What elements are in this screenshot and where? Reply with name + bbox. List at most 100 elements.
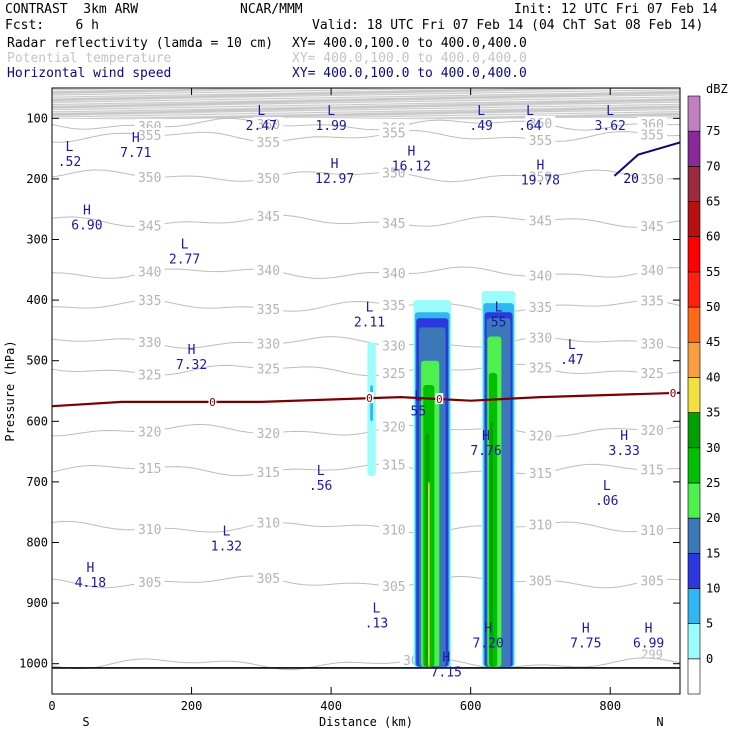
theta-contour-label: 310 — [640, 524, 663, 539]
x-axis-north-label: N — [656, 715, 663, 729]
theta-contour-label: 330 — [138, 336, 161, 351]
freezing-level-label: 0 — [366, 392, 373, 405]
colorbar-level-label: 50 — [706, 300, 720, 314]
hl-value-label: 7.71 — [120, 146, 151, 161]
x-tick-label: 0 — [48, 699, 55, 713]
theta-contour-label: 305 — [257, 572, 280, 587]
theta-contour-label: 330 — [529, 331, 552, 346]
freezing-level-label: 0 — [209, 396, 216, 409]
colorbar-level-label: 65 — [706, 195, 720, 209]
colorbar-swatch — [687, 236, 701, 273]
high-marker: H — [331, 157, 339, 172]
x-tick-label: 800 — [599, 699, 621, 713]
hl-value-label: 6.99 — [633, 637, 664, 652]
high-marker: H — [645, 622, 653, 637]
hl-value-label: .64 — [518, 119, 542, 134]
x-tick-label: 400 — [320, 699, 342, 713]
theta-contour-label: 325 — [138, 368, 161, 383]
theta-contour-label: 335 — [382, 299, 405, 314]
reflectivity-band-40dbz — [428, 481, 430, 667]
x-axis-label: Distance (km) — [319, 715, 413, 729]
colorbar-swatch — [687, 377, 701, 413]
hl-value-label: 55 — [411, 405, 427, 420]
hl-value-label: .49 — [469, 119, 492, 134]
theta-contour-label: 335 — [640, 295, 663, 310]
theta-contour-label: 350 — [138, 171, 161, 186]
theta-contour-label: 335 — [529, 301, 552, 316]
y-tick-label: 700 — [26, 475, 48, 489]
x-tick-label: 200 — [181, 699, 203, 713]
theta-contour-label: 305 — [138, 576, 161, 591]
colorbar-swatch — [687, 306, 701, 343]
theta-contour-label: 310 — [257, 517, 280, 532]
theta-contour-label: 345 — [138, 220, 161, 235]
high-low-labels: L2.47L1.99L.49L.64L3.62L.52H7.71H12.97H1… — [58, 104, 665, 681]
low-marker: L — [181, 237, 189, 252]
freezing-level-label: 0 — [436, 393, 443, 406]
hl-value-label: 6.90 — [71, 218, 102, 233]
high-marker: H — [620, 429, 628, 444]
low-marker: L — [317, 464, 325, 479]
theta-contour-label: 355 — [138, 129, 161, 144]
hl-value-label: .06 — [595, 494, 618, 509]
theta-contour-label: 340 — [640, 264, 663, 279]
theta-contour-label: 325 — [382, 367, 405, 382]
low-marker: L — [257, 104, 265, 119]
theta-contour-label: 345 — [529, 214, 552, 229]
hl-value-label: 12.97 — [315, 172, 354, 187]
theta-contour-label: 320 — [257, 427, 280, 442]
high-marker: H — [442, 651, 450, 666]
colorbar-swatch — [687, 166, 701, 202]
colorbar-level-label: 40 — [706, 370, 720, 384]
theta-contour-label: 335 — [138, 294, 161, 309]
theta-contour-label: 315 — [257, 466, 280, 481]
theta-contour-label: 330 — [640, 338, 663, 353]
colorbar-swatch — [687, 412, 701, 449]
colorbar-swatch — [687, 271, 701, 308]
colorbar-level-label: 10 — [706, 581, 720, 595]
theta-contour-label: 320 — [529, 429, 552, 444]
colorbar-level-label: 20 — [706, 511, 720, 525]
low-marker: L — [366, 300, 374, 315]
colorbar-level-label: 55 — [706, 265, 720, 279]
theta-contour-label: 305 — [529, 575, 552, 590]
colorbar-swatch — [687, 95, 701, 132]
theta-contour-label: 330 — [382, 339, 405, 354]
colorbar-swatch — [687, 341, 701, 378]
high-marker: H — [86, 561, 94, 576]
theta-contour-label: 315 — [138, 462, 161, 477]
hl-value-label: 1.99 — [315, 119, 346, 134]
theta-contour-label: 305 — [640, 574, 663, 589]
low-marker: L — [373, 602, 381, 617]
y-tick-label: 800 — [26, 536, 48, 550]
colorbar-level-label: 5 — [706, 617, 713, 631]
y-tick-label: 1000 — [19, 657, 48, 671]
low-marker: L — [526, 104, 534, 119]
colorbar-swatch — [687, 623, 701, 660]
colorbar-level-label: 25 — [706, 476, 720, 490]
y-tick-label: 500 — [26, 354, 48, 368]
theta-contour-label: 320 — [382, 421, 405, 436]
low-marker: L — [414, 390, 422, 405]
hl-value-label: 7.76 — [470, 444, 501, 459]
hl-value-label: 3.33 — [609, 444, 640, 459]
wind-contour-line — [613, 141, 680, 177]
theta-contour-label: 350 — [257, 172, 280, 187]
colorbar-swatch — [687, 201, 701, 238]
hl-value-label: .52 — [58, 155, 81, 170]
theta-contour-label: 325 — [257, 363, 280, 378]
colorbar-swatch — [687, 588, 701, 624]
high-marker: H — [188, 343, 196, 358]
hl-value-label: 7.15 — [431, 666, 462, 681]
y-tick-label: 100 — [26, 111, 48, 125]
colorbar-swatch — [687, 517, 701, 554]
low-marker: L — [66, 140, 74, 155]
theta-contour-label: 310 — [382, 524, 405, 539]
hl-value-label: .56 — [309, 479, 332, 494]
theta-contour-label: 345 — [257, 210, 280, 225]
low-marker: L — [568, 338, 576, 353]
y-tick-label: 900 — [26, 596, 48, 610]
high-marker: H — [484, 622, 492, 637]
high-marker: H — [83, 203, 91, 218]
theta-contour-label: 320 — [138, 425, 161, 440]
